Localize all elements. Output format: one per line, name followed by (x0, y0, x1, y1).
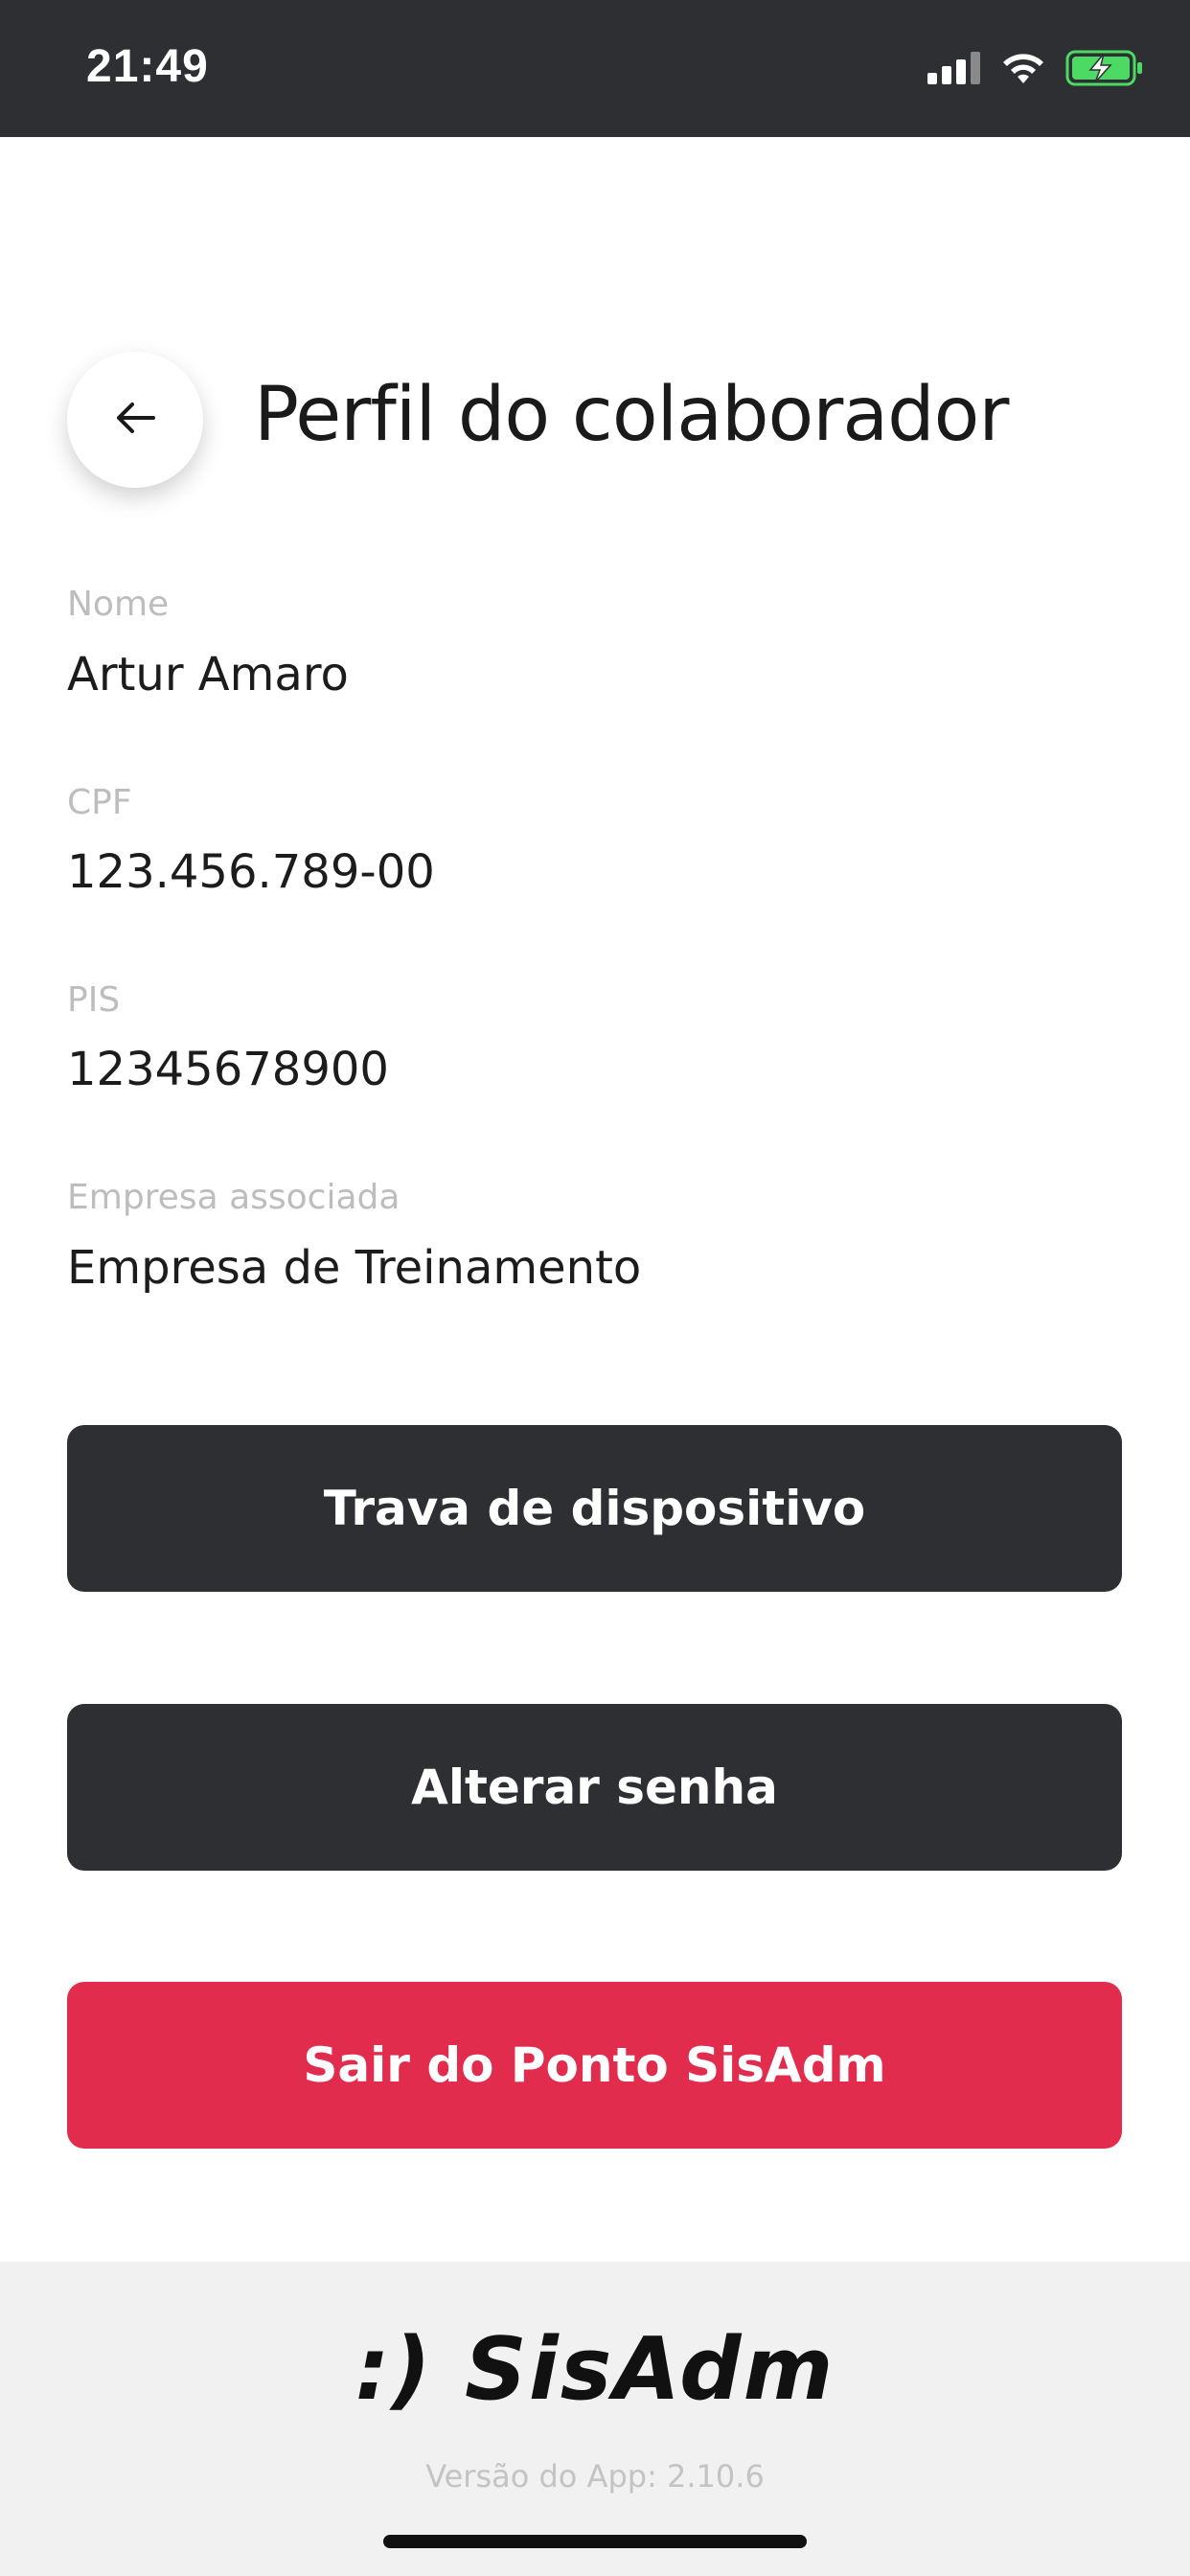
status-time: 21:49 (86, 41, 209, 92)
field-label-cpf: CPF (67, 783, 132, 822)
field-value-name: Artur Amaro (67, 648, 349, 702)
cellular-signal-icon (927, 52, 981, 88)
wifi-icon (1000, 51, 1046, 89)
field-value-company: Empresa de Treinamento (67, 1241, 642, 1295)
app-version: Versão do App: 2.10.6 (425, 2458, 765, 2495)
status-icons (927, 46, 1144, 94)
status-bar: 21:49 (0, 0, 1190, 137)
arrow-left-icon (113, 401, 157, 439)
change-password-button-label: Alterar senha (411, 1760, 778, 1815)
field-value-pis: 12345678900 (67, 1043, 389, 1096)
battery-charging-icon (1065, 50, 1144, 90)
field-label-company: Empresa associada (67, 1178, 400, 1217)
logout-button-label: Sair do Ponto SisAdm (303, 2037, 886, 2093)
field-label-name: Nome (67, 585, 170, 624)
home-indicator (383, 2535, 807, 2548)
sisadm-logo: :) SisAdm (355, 2319, 835, 2420)
field-value-cpf: 123.456.789-00 (67, 845, 435, 899)
device-lock-button-label: Trava de dispositivo (323, 1481, 866, 1536)
page-title: Perfil do colaborador (254, 372, 1009, 458)
logout-button[interactable]: Sair do Ponto SisAdm (67, 1982, 1122, 2149)
change-password-button[interactable]: Alterar senha (67, 1704, 1122, 1871)
field-label-pis: PIS (67, 980, 121, 1020)
back-button[interactable] (67, 352, 203, 488)
device-lock-button[interactable]: Trava de dispositivo (67, 1425, 1122, 1592)
